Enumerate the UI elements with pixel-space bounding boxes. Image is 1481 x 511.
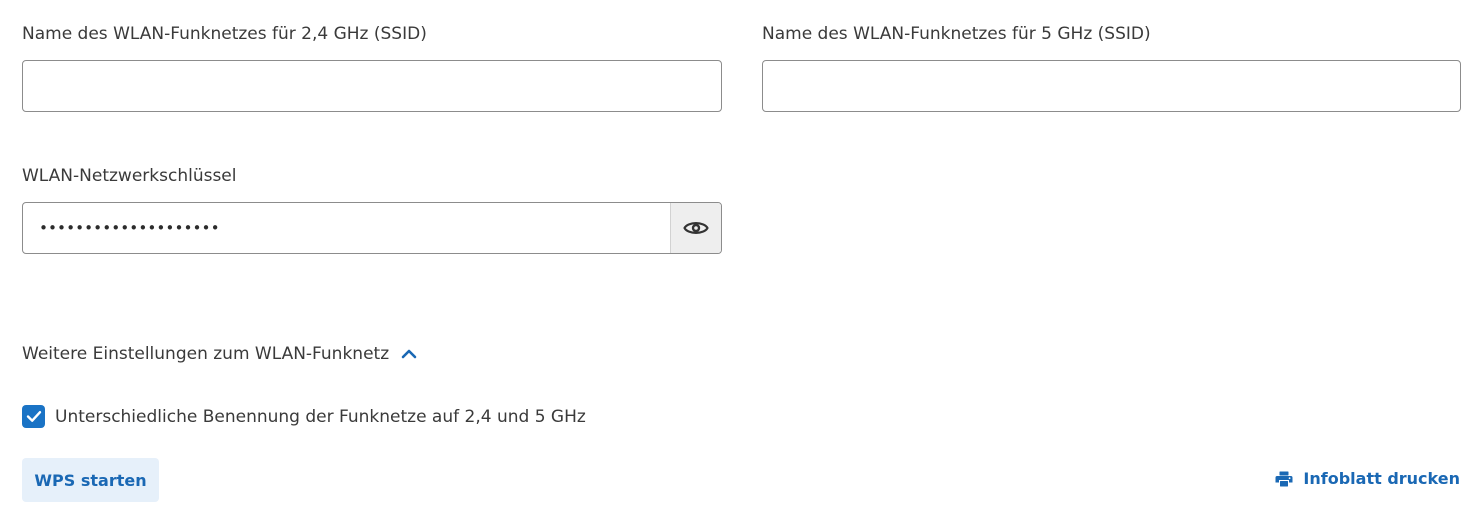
ssid-5-label: Name des WLAN-Funknetzes für 5 GHz (SSID… xyxy=(762,24,1151,44)
advanced-settings-label: Weitere Einstellungen zum WLAN-Funknetz xyxy=(22,344,390,364)
print-infosheet-link[interactable]: Infoblatt drucken xyxy=(1275,469,1460,488)
ssid-5-input[interactable] xyxy=(762,60,1461,112)
chevron-up-icon xyxy=(401,349,417,359)
wps-start-button[interactable]: WPS starten xyxy=(22,458,159,502)
advanced-settings-toggle[interactable]: Weitere Einstellungen zum WLAN-Funknetz xyxy=(22,343,417,365)
separate-names-option: Unterschiedliche Benennung der Funknetze… xyxy=(22,405,586,428)
eye-icon xyxy=(683,222,709,234)
separate-names-label: Unterschiedliche Benennung der Funknetze… xyxy=(55,406,586,427)
wifi-key-input[interactable] xyxy=(23,203,671,253)
wifi-key-label: WLAN-Netzwerkschlüssel xyxy=(22,166,237,186)
ssid-24-label: Name des WLAN-Funknetzes für 2,4 GHz (SS… xyxy=(22,24,427,44)
ssid-24-input[interactable] xyxy=(22,60,722,112)
wifi-key-field xyxy=(22,202,722,254)
printer-icon xyxy=(1275,471,1293,486)
show-password-button[interactable] xyxy=(670,203,721,253)
separate-names-checkbox[interactable] xyxy=(22,405,45,428)
print-infosheet-label: Infoblatt drucken xyxy=(1303,469,1460,488)
checkmark-icon xyxy=(26,411,41,422)
